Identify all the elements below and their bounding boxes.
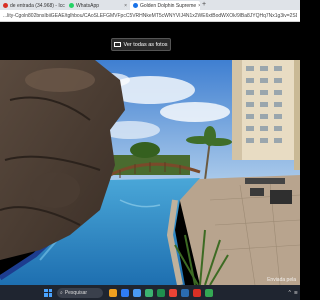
taskbar-app-icon[interactable] <box>181 288 189 297</box>
address-bar[interactable]: ...lity-Cgoln802bnsIbiiGEAE/tglhbou/CAoS… <box>0 10 300 22</box>
system-tray[interactable]: ^ ≋ <box>288 290 298 296</box>
taskbar-app-icon[interactable] <box>193 288 201 297</box>
see-all-photos-button[interactable]: Ver todas as fotos <box>111 38 171 51</box>
taskbar-app-icon[interactable] <box>121 288 129 297</box>
tab-whatsapp[interactable]: WhatsApp × <box>66 1 130 10</box>
browser-tab-strip: de entrada (34.968) - Icc × WhatsApp × G… <box>0 0 300 10</box>
booking-icon <box>133 3 138 8</box>
photo-credit: Enviada pela <box>267 277 296 283</box>
taskbar-app-icon[interactable] <box>157 288 165 297</box>
tab-label: WhatsApp <box>76 2 100 9</box>
tab-label: de entrada (34.968) - Icc <box>10 2 65 9</box>
taskbar-app-icon[interactable] <box>169 288 177 297</box>
photo-viewer: Ver todas as fotos Enviada pela <box>0 22 300 285</box>
close-tab-icon[interactable]: × <box>198 3 200 9</box>
url-text[interactable]: ...lity-Cgoln802bnsIbiiGEAE/tglhbou/CAoS… <box>3 13 297 19</box>
taskbar-app-icon[interactable] <box>205 288 213 297</box>
whatsapp-icon <box>69 3 74 8</box>
wifi-icon[interactable]: ≋ <box>294 290 298 296</box>
taskbar-pinned-apps <box>109 288 213 297</box>
taskbar-app-icon[interactable] <box>145 288 153 297</box>
taskbar-search[interactable]: ⌕ Pesquisar <box>57 287 103 298</box>
tab-label: Golden Dolphin Supreme <box>140 2 197 9</box>
see-all-photos-label: Ver todas as fotos <box>123 41 168 48</box>
taskbar-app-icon[interactable] <box>109 288 117 297</box>
gmail-icon <box>3 3 8 8</box>
new-tab-button[interactable]: + <box>202 1 206 8</box>
tray-chevron-icon[interactable]: ^ <box>288 290 290 296</box>
tab-gmail-inbox[interactable]: de entrada (34.968) - Icc × <box>0 1 66 10</box>
search-icon: ⌕ <box>60 289 63 296</box>
close-tab-icon[interactable]: × <box>124 3 127 9</box>
pool-photo-illustration <box>0 60 300 285</box>
windows-start-icon[interactable] <box>44 288 52 297</box>
tab-golden-dolphin[interactable]: Golden Dolphin Supreme × <box>130 1 200 10</box>
hotel-pool-photo[interactable]: Enviada pela <box>0 60 300 285</box>
search-placeholder: Pesquisar <box>64 289 88 296</box>
taskbar-app-icon[interactable] <box>133 288 141 297</box>
gallery-icon <box>114 42 122 47</box>
windows-taskbar: ⌕ Pesquisar ^ ≋ <box>0 285 300 300</box>
